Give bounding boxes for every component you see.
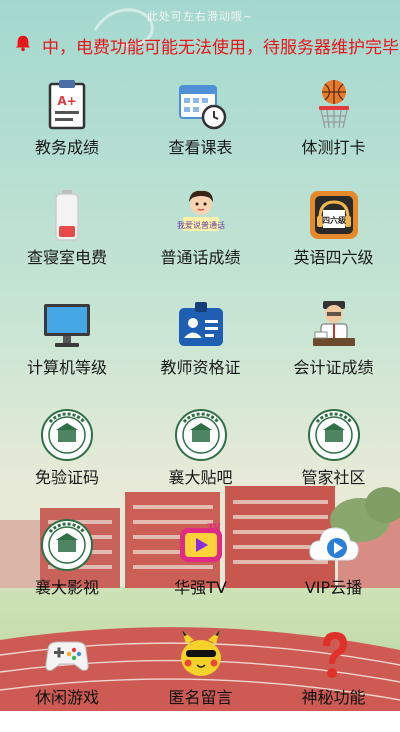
- tile-skip-captcha[interactable]: 免验证码: [0, 402, 134, 512]
- play-tv-icon: TV: [179, 523, 222, 562]
- tile-mandarin-score[interactable]: 我爱说普通话 普通话成绩: [134, 182, 267, 292]
- basketball-hoop-icon: [318, 80, 349, 129]
- tile-butler-community[interactable]: 管家社区: [267, 402, 400, 512]
- tile-label: 查看课表: [168, 138, 233, 157]
- report-card-icon: A+: [48, 80, 86, 130]
- svg-text:四六级: 四六级: [322, 215, 347, 225]
- calendar-clock-icon: [178, 85, 226, 130]
- tile-huaqiang-tv[interactable]: TV 华强TV: [134, 512, 267, 622]
- swipe-hint: 此处可左右滑动哦~: [146, 10, 254, 23]
- tile-campus-video[interactable]: 襄大影视: [0, 512, 134, 622]
- gamepad-icon: [45, 641, 89, 671]
- tile-label: 管家社区: [301, 468, 366, 487]
- university-seal-icon: [41, 519, 93, 571]
- university-seal-icon: [174, 409, 227, 461]
- tile-label: 会计证成绩: [293, 358, 374, 377]
- notice-marquee[interactable]: 中，电费功能可能无法使用，待服务器维护完毕后: [0, 30, 400, 56]
- tile-casual-games[interactable]: 休闲游戏: [0, 622, 134, 732]
- tile-label: 华强TV: [174, 578, 227, 597]
- tile-anonymous-message[interactable]: 匿名留言: [134, 622, 267, 732]
- tile-label: 体测打卡: [301, 138, 366, 157]
- cet-icon: 四六级: [309, 191, 358, 239]
- tile-label: 匿名留言: [168, 688, 233, 707]
- speaking-girl-icon: 我爱说普通话: [177, 190, 225, 231]
- computer-monitor-icon: [44, 304, 90, 347]
- university-seal-icon: [307, 409, 360, 461]
- tile-label: VIP云播: [304, 578, 363, 597]
- tile-campus-forum[interactable]: 襄大贴吧: [134, 402, 267, 512]
- tile-label: 教务成绩: [34, 138, 99, 157]
- pikachu-face-icon: [180, 630, 221, 676]
- svg-text:A+: A+: [57, 94, 76, 108]
- notice-text: 中，电费功能可能无法使用，待服务器维护完毕后: [42, 38, 400, 56]
- tile-cet-exam[interactable]: 四六级 英语四六级: [267, 182, 400, 292]
- question-mark-icon: [322, 632, 347, 678]
- tile-dorm-electricity[interactable]: 查寝室电费: [0, 182, 134, 292]
- tile-label: 计算机等级: [26, 358, 107, 377]
- tile-fitness-checkin[interactable]: 体测打卡: [267, 72, 400, 182]
- tile-label: 襄大贴吧: [168, 468, 233, 487]
- tile-computer-level[interactable]: 计算机等级: [0, 292, 134, 402]
- accountant-icon: [312, 301, 355, 346]
- tile-teacher-certificate[interactable]: 教师资格证: [134, 292, 267, 402]
- feature-grid: A+ 教务成绩 查看课表 体测打卡 查寝室电费 我爱说普通话 普通话成绩 四六级…: [0, 72, 400, 732]
- tile-mystery-feature[interactable]: 神秘功能: [267, 622, 400, 732]
- tile-vip-cloud-play[interactable]: VIP云播: [267, 512, 400, 622]
- tile-academic-grades[interactable]: A+ 教务成绩: [0, 72, 134, 182]
- id-badge-icon: [178, 302, 223, 346]
- svg-text:TV: TV: [207, 523, 220, 533]
- svg-text:我爱说普通话: 我爱说普通话: [177, 220, 225, 230]
- tile-label: 免验证码: [34, 468, 99, 487]
- tile-label: 教师资格证: [160, 358, 241, 377]
- university-seal-icon: [41, 409, 93, 461]
- tile-label: 神秘功能: [301, 688, 366, 707]
- bell-icon: [15, 35, 31, 52]
- cloud-play-icon: [308, 527, 359, 561]
- battery-icon: [55, 190, 79, 241]
- tile-label: 休闲游戏: [34, 688, 99, 707]
- tile-label: 查寝室电费: [26, 248, 107, 267]
- tile-label: 英语四六级: [293, 248, 374, 267]
- tile-label: 襄大影视: [34, 578, 99, 597]
- tile-class-schedule[interactable]: 查看课表: [134, 72, 267, 182]
- tile-label: 普通话成绩: [160, 248, 241, 267]
- tile-accounting-certificate[interactable]: 会计证成绩: [267, 292, 400, 402]
